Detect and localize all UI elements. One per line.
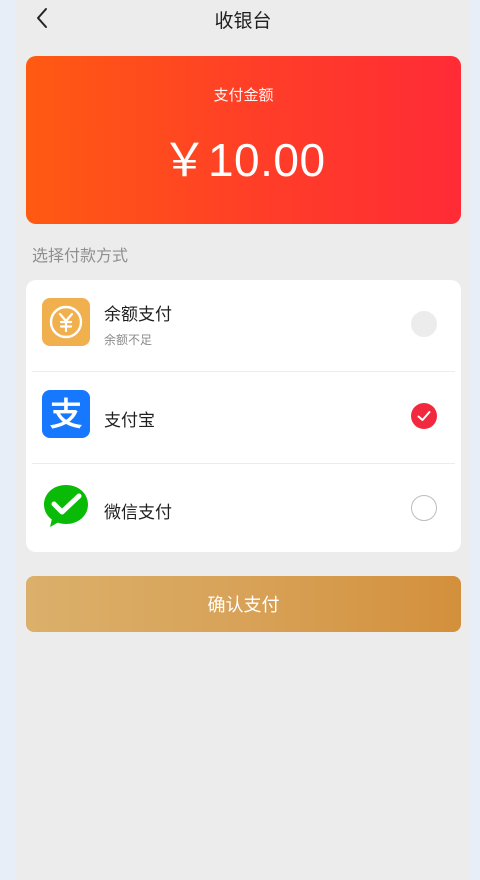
balance-yen-icon: [42, 298, 90, 346]
wechat-pay-icon: [42, 482, 90, 530]
method-radio[interactable]: [411, 495, 437, 521]
confirm-payment-button[interactable]: 确认支付: [26, 576, 461, 632]
method-name: 余额支付: [104, 305, 172, 325]
svg-text:支: 支: [50, 395, 82, 433]
method-radio: [411, 311, 437, 337]
method-status: 余额不足: [104, 333, 153, 347]
alipay-icon: 支: [42, 390, 90, 438]
amount-value: ￥10.00: [161, 134, 326, 186]
payment-method-heading: 选择付款方式: [32, 246, 129, 265]
payment-method-wechat[interactable]: 微信支付: [26, 464, 461, 556]
payment-method-alipay[interactable]: 支 支付宝: [26, 372, 461, 464]
method-name: 微信支付: [104, 503, 172, 523]
cashier-page: 收银台 支付金额 ￥10.00 选择付款方式 余额支付 余额不足 支 支付宝 微…: [16, 0, 470, 880]
payment-method-list: 余额支付 余额不足 支 支付宝 微信支付: [26, 280, 461, 552]
method-name: 支付宝: [104, 411, 155, 431]
page-title: 收银台: [214, 10, 272, 32]
nav-bar: 收银台: [16, 0, 470, 40]
amount-label: 支付金额: [213, 86, 274, 104]
amount-card: 支付金额 ￥10.00: [26, 56, 461, 224]
payment-method-balance[interactable]: 余额支付 余额不足: [26, 280, 461, 372]
check-icon: [417, 411, 431, 421]
method-radio-checked[interactable]: [411, 403, 437, 429]
